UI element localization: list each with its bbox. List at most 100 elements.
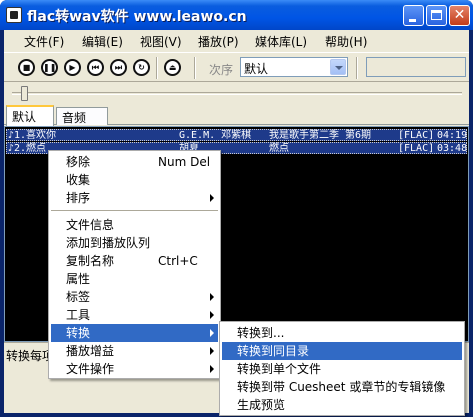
menu-item-collect[interactable]: 收集 xyxy=(51,171,218,189)
menu-item-remove[interactable]: 移除 Num Del xyxy=(51,153,218,171)
play-button[interactable]: ▶ xyxy=(64,59,81,76)
menu-item-label: 添加到播放队列 xyxy=(66,236,151,250)
menu-item-label: 收集 xyxy=(66,173,91,187)
menu-play[interactable]: 播放(P) xyxy=(198,33,239,50)
previous-button[interactable]: ⏮ xyxy=(87,59,104,76)
menu-item-label: 文件信息 xyxy=(66,218,115,232)
track-album: 我是歌手第二季 第6期 xyxy=(269,130,372,141)
submenu-item-convert-single-file[interactable]: 转换到单个文件 xyxy=(222,360,462,378)
submenu-arrow-icon xyxy=(210,365,214,373)
convert-submenu: 转换到... 转换到同目录 转换到单个文件 转换到带 Cuesheet 或章节的… xyxy=(219,321,465,416)
menu-library[interactable]: 媒体库(L) xyxy=(255,33,307,50)
menu-item-label: 播放增益 xyxy=(66,344,115,358)
track-album: 燃点 xyxy=(269,143,289,154)
seek-bar[interactable] xyxy=(4,83,469,103)
window-title: flac转wav软件 www.leawo.cn xyxy=(27,9,247,25)
table-row[interactable]: ♪1.喜欢你 G.E.M. 邓紫棋 我是歌手第二季 第6期 [FLAC] 04:… xyxy=(6,129,467,141)
menu-item-properties[interactable]: 属性 xyxy=(51,270,218,288)
playlist-tabs: 默认 音频 CD xyxy=(4,105,469,140)
order-select[interactable]: 默认 xyxy=(240,57,348,77)
title-bar[interactable]: flac转wav软件 www.leawo.cn ✕ xyxy=(0,0,473,30)
submenu-item-convert-to[interactable]: 转换到... xyxy=(222,324,462,342)
seek-thumb[interactable] xyxy=(21,86,28,101)
menu-item-label: 工具 xyxy=(66,308,91,322)
close-icon: ✕ xyxy=(453,7,466,23)
menu-separator xyxy=(51,210,218,211)
eject-button[interactable]: ⏏ xyxy=(164,59,181,76)
toolbar-divider xyxy=(194,57,196,79)
order-label: 次序 xyxy=(209,63,234,77)
menu-item-file-operations[interactable]: 文件操作 xyxy=(51,360,218,378)
track-duration: 03:48 xyxy=(437,143,468,154)
menu-item-copy-name[interactable]: 复制名称 Ctrl+C xyxy=(51,252,218,270)
menu-item-label: 转换到带 Cuesheet 或章节的专辑镜像 xyxy=(237,380,446,394)
submenu-arrow-icon xyxy=(210,194,214,202)
menu-view[interactable]: 视图(V) xyxy=(140,33,182,50)
menu-edit[interactable]: 编辑(E) xyxy=(82,33,123,50)
repeat-icon: ↻ xyxy=(138,63,145,72)
close-button[interactable]: ✕ xyxy=(449,5,470,26)
menu-item-label: 转换到单个文件 xyxy=(237,362,322,376)
menu-item-label: 生成预览 xyxy=(237,398,286,412)
menu-item-convert[interactable]: 转换 xyxy=(51,324,218,342)
menu-item-label: 文件操作 xyxy=(66,362,115,376)
next-button[interactable]: ⏭ xyxy=(110,59,127,76)
submenu-item-convert-album-image[interactable]: 转换到带 Cuesheet 或章节的专辑镜像 xyxy=(222,378,462,396)
chevron-down-icon[interactable] xyxy=(330,59,346,75)
submenu-arrow-icon xyxy=(210,329,214,337)
play-icon: ▶ xyxy=(69,63,76,72)
track-title: ♪2.燃点 xyxy=(8,143,47,154)
menu-item-tools[interactable]: 工具 xyxy=(51,306,218,324)
repeat-button[interactable]: ↻ xyxy=(133,59,150,76)
menu-item-label: 复制名称 xyxy=(66,254,115,268)
context-menu: 移除 Num Del 收集 排序 文件信息 添加到播放队列 复制名称 Ctrl+… xyxy=(48,150,221,379)
menu-item-file-info[interactable]: 文件信息 xyxy=(51,216,218,234)
pause-button[interactable]: ❚❚ xyxy=(41,59,58,76)
app-icon xyxy=(6,7,22,23)
menu-item-tags[interactable]: 标签 xyxy=(51,288,218,306)
menu-item-replaygain[interactable]: 播放增益 xyxy=(51,342,218,360)
track-artist: G.E.M. 邓紫棋 xyxy=(179,130,252,141)
track-title: ♪1.喜欢你 xyxy=(8,130,57,141)
pause-icon: ❚❚ xyxy=(43,63,57,72)
submenu-item-generate-preview[interactable]: 生成预览 xyxy=(222,396,462,414)
toolbar: ■ ❚❚ ▶ ⏮ ⏭ ↻ ⏏ 次序 默认 xyxy=(4,52,469,82)
toolbar-divider xyxy=(356,57,358,79)
track-duration: 04:19 xyxy=(437,130,468,141)
menu-item-label: 属性 xyxy=(66,272,91,286)
next-icon: ⏭ xyxy=(114,63,123,72)
menu-file[interactable]: 文件(F) xyxy=(24,33,64,50)
menu-item-add-to-queue[interactable]: 添加到播放队列 xyxy=(51,234,218,252)
order-select-value: 默认 xyxy=(244,62,269,76)
stop-icon: ■ xyxy=(22,63,31,72)
stop-button[interactable]: ■ xyxy=(18,59,35,76)
previous-icon: ⏮ xyxy=(91,63,100,72)
menu-item-label: 转换 xyxy=(66,326,91,340)
menu-item-shortcut: Num Del xyxy=(158,155,211,169)
track-format: [FLAC] xyxy=(398,130,435,141)
toolbar-divider xyxy=(156,57,158,79)
tab-default[interactable]: 默认 xyxy=(6,105,54,126)
maximize-icon xyxy=(431,10,442,20)
status-text: 转换每项 xyxy=(6,349,55,363)
track-format: [FLAC] xyxy=(398,143,435,154)
visualization-panel xyxy=(366,57,466,77)
menu-item-label: 标签 xyxy=(66,290,91,304)
menu-item-label: 转换到... xyxy=(237,326,285,340)
eject-icon: ⏏ xyxy=(168,63,177,72)
submenu-arrow-icon xyxy=(210,293,214,301)
menu-item-label: 移除 xyxy=(66,155,91,169)
menu-item-shortcut: Ctrl+C xyxy=(158,254,198,268)
submenu-item-convert-same-folder[interactable]: 转换到同目录 xyxy=(222,342,462,360)
minimize-button[interactable] xyxy=(403,5,424,26)
submenu-arrow-icon xyxy=(210,347,214,355)
menu-item-label: 转换到同目录 xyxy=(237,344,310,358)
seek-track[interactable] xyxy=(12,92,462,95)
menu-item-label: 排序 xyxy=(66,191,91,205)
maximize-button[interactable] xyxy=(426,5,447,26)
minimize-icon xyxy=(409,19,416,22)
menu-help[interactable]: 帮助(H) xyxy=(325,33,367,50)
menu-item-sort[interactable]: 排序 xyxy=(51,189,218,207)
tab-audio-cd[interactable]: 音频 CD xyxy=(56,107,108,140)
submenu-arrow-icon xyxy=(210,311,214,319)
